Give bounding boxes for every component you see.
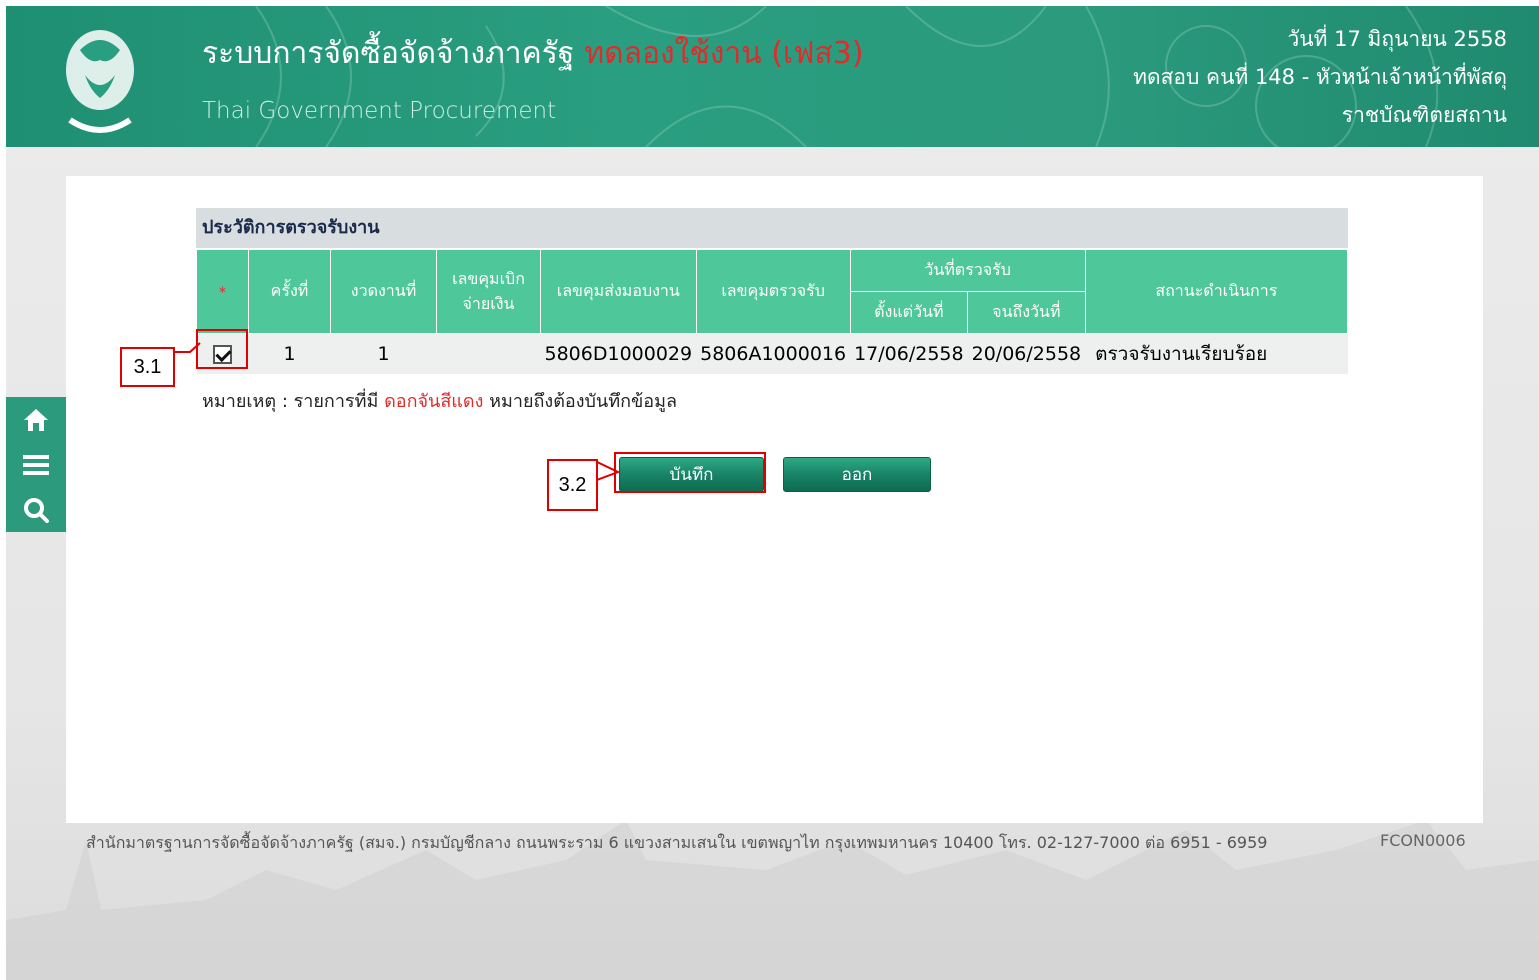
annotation-step-3-2: 3.2	[547, 459, 598, 511]
col-round: ครั้งที่	[248, 249, 331, 334]
comptroller-general-logo	[66, 30, 134, 133]
system-subtitle: Thai Government Procurement	[202, 98, 557, 124]
cell-from-date: 17/06/2558	[850, 333, 968, 374]
user-info: วันที่ 17 มิถุนายน 2558 ทดสอบ คนที่ 148 …	[1133, 20, 1507, 134]
app-header: ระบบการจัดซื้อจัดจ้างภาครัฐ ทดลองใช้งาน (…	[6, 6, 1539, 147]
col-disburse-no-line2: จ่ายเงิน	[462, 293, 515, 313]
col-from-date: ตั้งแต่วันที่	[849, 291, 969, 334]
col-disburse-no: เลขคุมเบิก จ่ายเงิน	[436, 249, 541, 334]
cell-delivery-no: 5806D1000029	[540, 333, 697, 374]
side-toolbar	[6, 397, 66, 532]
col-status: สถานะดำเนินการ	[1084, 249, 1349, 334]
note-prefix: หมายเหตุ : รายการที่มี	[202, 391, 379, 412]
required-star: *	[219, 285, 226, 301]
search-button[interactable]	[6, 487, 66, 532]
inspection-history-title: ประวัติการตรวจรับงาน	[196, 208, 1348, 248]
menu-icon	[23, 454, 49, 475]
user-organization: ราชบัณฑิตยสถาน	[1341, 103, 1507, 127]
col-inspect-date: วันที่ตรวจรับ	[849, 249, 1086, 292]
cell-installment: 1	[330, 333, 437, 374]
annotation-highlight-checkbox	[196, 329, 248, 369]
cell-round: 1	[248, 333, 331, 374]
note-suffix: หมายถึงต้องบันทึกข้อมูล	[489, 391, 677, 412]
exit-button[interactable]: ออก	[783, 457, 931, 492]
col-inspect-no: เลขคุมตรวจรับ	[695, 249, 851, 334]
menu-button[interactable]	[6, 442, 66, 487]
system-title: ระบบการจัดซื้อจัดจ้างภาครัฐ	[202, 36, 575, 71]
home-icon	[24, 408, 48, 431]
inspection-history-table: * ครั้งที่ งวดงานที่ เลขคุมเบิก จ่ายเงิน…	[196, 249, 1349, 374]
annotation-highlight-save	[614, 452, 766, 493]
cell-status: ตรวจรับงานเรียบร้อย	[1085, 333, 1348, 374]
col-to-date: จนถึงวันที่	[967, 291, 1086, 334]
cell-inspect-no: 5806A1000016	[696, 333, 851, 374]
col-required: *	[196, 249, 249, 334]
footer-address: สำนักมาตรฐานการจัดซื้อจัดจ้างภาครัฐ (สมจ…	[86, 833, 1268, 852]
screen-code: FCON0006	[1380, 831, 1466, 850]
cell-disburse-no	[436, 333, 541, 374]
current-date: วันที่ 17 มิถุนายน 2558	[1287, 27, 1507, 51]
table-row: 1 1 5806D1000029 5806A1000016 17/06/2558…	[196, 333, 1348, 374]
home-button[interactable]	[6, 397, 66, 442]
note-highlight: ดอกจันสีแดง	[384, 391, 484, 412]
col-disburse-no-line1: เลขคุมเบิก	[452, 268, 525, 288]
search-icon	[24, 497, 49, 523]
col-installment: งวดงานที่	[330, 249, 437, 334]
trial-badge: ทดลองใช้งาน (เฟส3)	[584, 36, 864, 71]
cell-to-date: 20/06/2558	[967, 333, 1086, 374]
user-name-role: ทดสอบ คนที่ 148 - หัวหน้าเจ้าหน้าที่พัสด…	[1133, 65, 1507, 89]
col-delivery-no: เลขคุมส่งมอบงาน	[540, 249, 697, 334]
annotation-step-3-1: 3.1	[120, 347, 175, 387]
required-note: หมายเหตุ : รายการที่มี ดอกจันสีแดง หมายถ…	[202, 386, 677, 415]
